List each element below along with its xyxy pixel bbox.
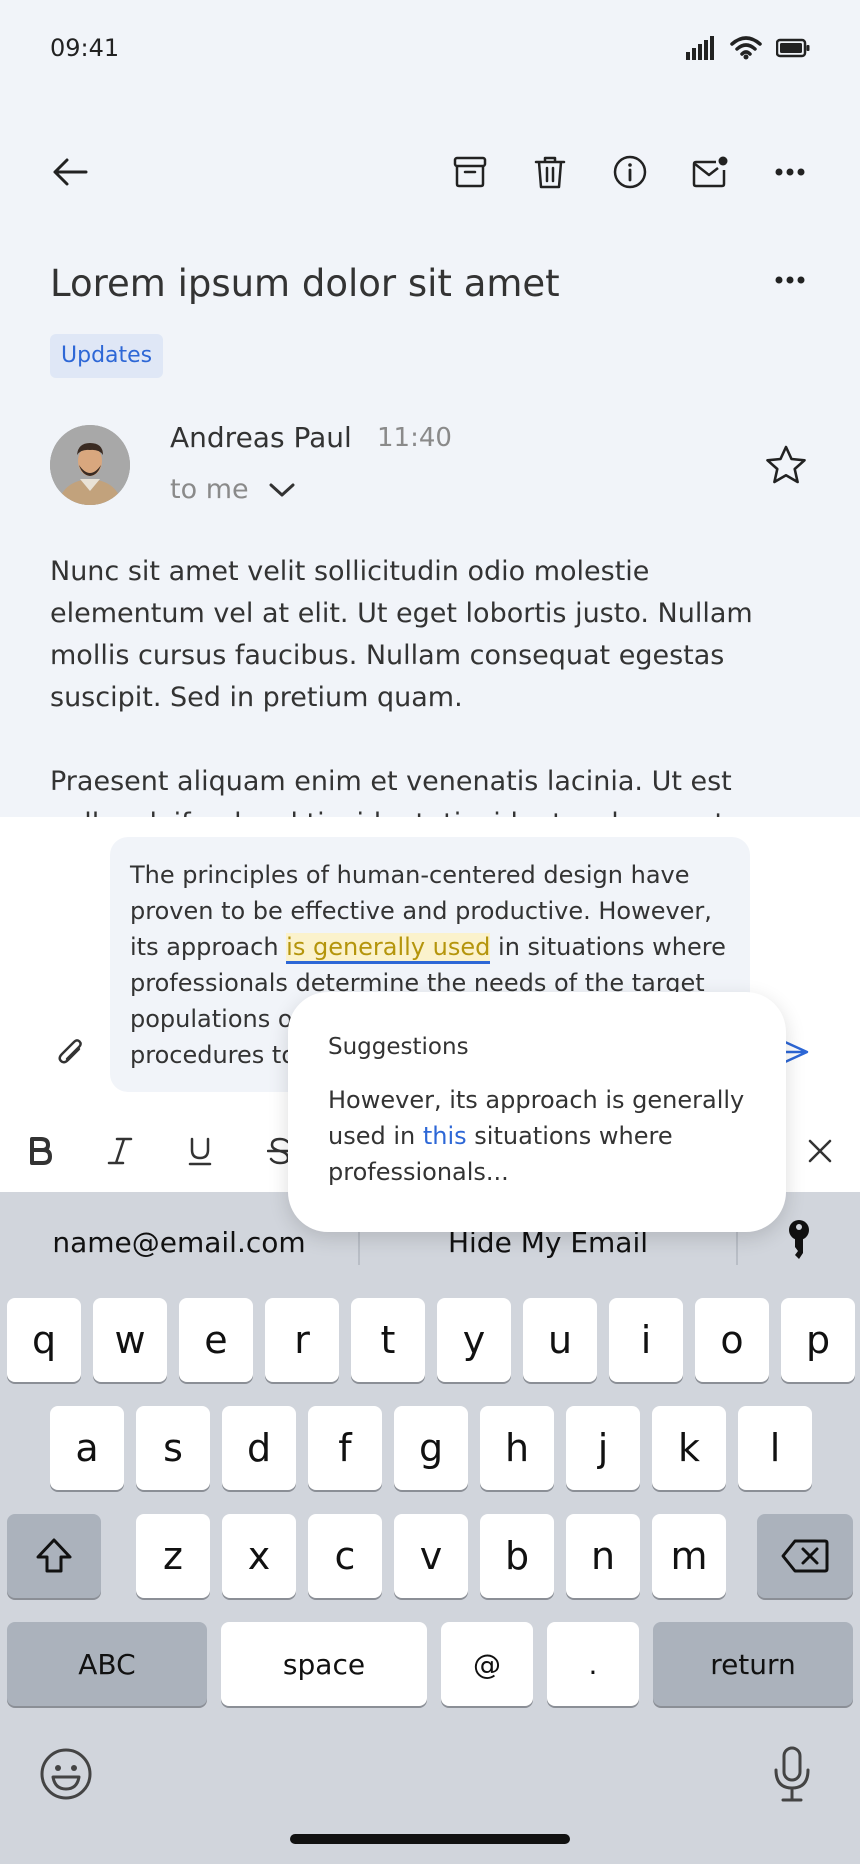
- key-n[interactable]: n: [566, 1514, 640, 1598]
- backspace-icon: [781, 1539, 829, 1573]
- status-icons: [686, 36, 810, 60]
- key-h[interactable]: h: [480, 1406, 554, 1490]
- underline-icon: [188, 1137, 212, 1166]
- key-icon: [789, 1220, 809, 1259]
- key-c[interactable]: c: [308, 1514, 382, 1598]
- bold-icon: [30, 1137, 52, 1165]
- more-horizontal-icon: [775, 276, 805, 284]
- key-i[interactable]: i: [609, 1298, 683, 1382]
- key-v[interactable]: v: [394, 1514, 468, 1598]
- dictation-button[interactable]: [762, 1744, 822, 1804]
- battery-icon: [776, 38, 810, 58]
- key-z[interactable]: z: [136, 1514, 210, 1598]
- star-button[interactable]: [762, 441, 810, 489]
- home-indicator: [290, 1834, 570, 1844]
- dot-key[interactable]: .: [547, 1622, 639, 1706]
- mark-unread-button[interactable]: [686, 148, 734, 196]
- delete-button[interactable]: [526, 148, 574, 196]
- more-options-button[interactable]: [766, 148, 814, 196]
- chevron-down-icon: [269, 483, 295, 496]
- flagged-phrase[interactable]: is generally used: [286, 933, 491, 964]
- suggestion-title: Suggestions: [328, 1034, 469, 1060]
- signal-icon: [686, 36, 714, 60]
- sender-avatar[interactable]: [50, 425, 130, 505]
- email-subject: Lorem ipsum dolor sit amet: [50, 262, 560, 305]
- suggested-word: this: [422, 1122, 467, 1150]
- recipient-toggle[interactable]: to me: [170, 474, 295, 505]
- abc-key[interactable]: ABC: [7, 1622, 207, 1706]
- underline-button[interactable]: [176, 1127, 224, 1175]
- info-button[interactable]: [606, 148, 654, 196]
- shift-icon: [36, 1538, 72, 1573]
- sender-name: Andreas Paul: [170, 421, 352, 454]
- key-u[interactable]: u: [523, 1298, 597, 1382]
- wifi-icon: [730, 36, 762, 60]
- italic-icon: [107, 1137, 133, 1165]
- key-w[interactable]: w: [93, 1298, 167, 1382]
- delete-key[interactable]: [757, 1514, 853, 1598]
- suggestion-popup[interactable]: Suggestions However, its approach is gen…: [288, 992, 786, 1232]
- suggestion-text[interactable]: However, its approach is generally used …: [328, 1082, 746, 1190]
- emoji-icon: [40, 1748, 92, 1800]
- italic-button[interactable]: [96, 1127, 144, 1175]
- key-t[interactable]: t: [351, 1298, 425, 1382]
- close-format-button[interactable]: [796, 1127, 844, 1175]
- bold-button[interactable]: [16, 1127, 64, 1175]
- recipient-label: to me: [170, 474, 249, 505]
- space-key[interactable]: space: [221, 1622, 427, 1706]
- star-icon: [766, 445, 806, 484]
- shift-key[interactable]: [7, 1514, 101, 1598]
- paperclip-icon: [58, 1039, 82, 1064]
- key-l[interactable]: l: [738, 1406, 812, 1490]
- microphone-icon: [774, 1746, 810, 1802]
- mail-unread-icon: [692, 156, 728, 188]
- key-y[interactable]: y: [437, 1298, 511, 1382]
- key-q[interactable]: q: [7, 1298, 81, 1382]
- key-b[interactable]: b: [480, 1514, 554, 1598]
- key-x[interactable]: x: [222, 1514, 296, 1598]
- key-f[interactable]: f: [308, 1406, 382, 1490]
- emoji-button[interactable]: [36, 1744, 96, 1804]
- close-icon: [808, 1139, 832, 1163]
- status-time: 09:41: [50, 34, 120, 62]
- send-icon: [783, 1040, 809, 1064]
- back-button[interactable]: [46, 148, 94, 196]
- at-key[interactable]: @: [441, 1622, 533, 1706]
- archive-icon: [453, 156, 487, 188]
- autofill-email[interactable]: name@email.com: [0, 1226, 358, 1259]
- key-s[interactable]: s: [136, 1406, 210, 1490]
- key-a[interactable]: a: [50, 1406, 124, 1490]
- key-e[interactable]: e: [179, 1298, 253, 1382]
- email-paragraph: Nunc sit amet velit sollicitudin odio mo…: [50, 556, 753, 713]
- email-time: 11:40: [377, 423, 452, 453]
- more-horizontal-icon: [775, 168, 805, 176]
- key-k[interactable]: k: [652, 1406, 726, 1490]
- attach-button[interactable]: [46, 1028, 94, 1076]
- key-d[interactable]: d: [222, 1406, 296, 1490]
- key-r[interactable]: r: [265, 1298, 339, 1382]
- arrow-left-icon: [53, 158, 88, 186]
- info-icon: [613, 155, 647, 189]
- key-j[interactable]: j: [566, 1406, 640, 1490]
- archive-button[interactable]: [446, 148, 494, 196]
- key-o[interactable]: o: [695, 1298, 769, 1382]
- return-key[interactable]: return: [653, 1622, 853, 1706]
- key-m[interactable]: m: [652, 1514, 726, 1598]
- avatar-image: [50, 425, 130, 505]
- subject-more-button[interactable]: [766, 256, 814, 304]
- key-g[interactable]: g: [394, 1406, 468, 1490]
- label-chip[interactable]: Updates: [50, 334, 164, 378]
- trash-icon: [534, 156, 566, 189]
- key-p[interactable]: p: [781, 1298, 855, 1382]
